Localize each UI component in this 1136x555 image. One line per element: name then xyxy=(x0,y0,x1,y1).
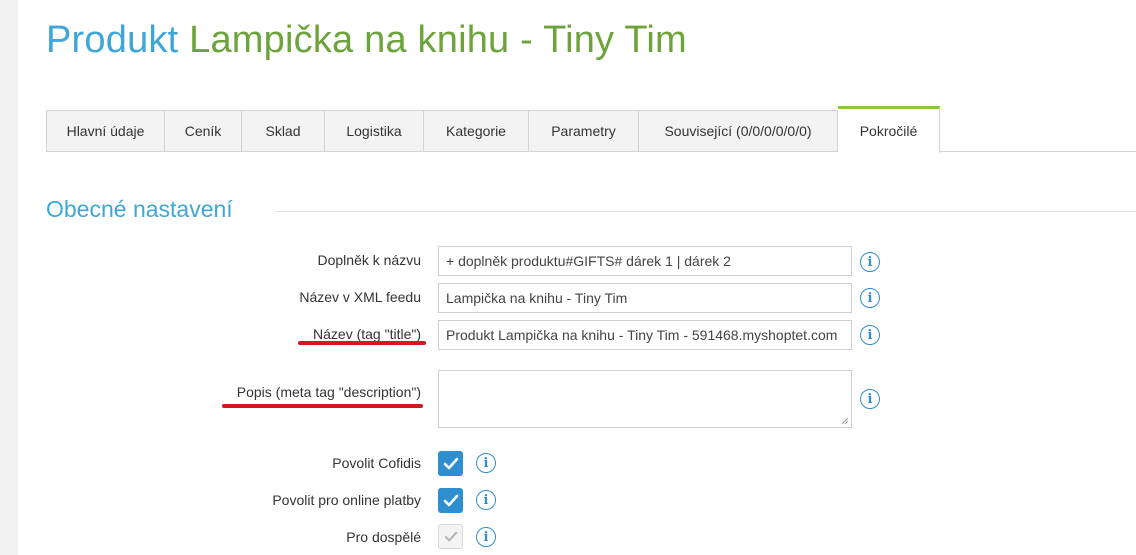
tab-pokrocile[interactable]: Pokročilé xyxy=(838,106,940,153)
name-addon-label: Doplněk k názvu xyxy=(317,252,421,268)
tab-hlavni-udaje[interactable]: Hlavní údaje xyxy=(46,110,165,152)
info-icon[interactable]: i xyxy=(476,527,496,547)
title-tag-label: Název (tag "title") xyxy=(313,326,421,342)
online-payments-label: Povolit pro online platby xyxy=(272,492,421,508)
info-icon[interactable]: i xyxy=(476,490,496,510)
tab-bar: Hlavní údaje Ceník Sklad Logistika Kateg… xyxy=(46,106,1136,153)
annotation-underline xyxy=(222,404,423,408)
tab-sklad[interactable]: Sklad xyxy=(242,110,325,152)
checkmark-icon xyxy=(444,531,457,541)
meta-description-label: Popis (meta tag "description") xyxy=(236,384,421,400)
meta-description-textarea[interactable] xyxy=(438,370,852,428)
checkmark-icon xyxy=(443,457,458,469)
page-title: Produkt Lampička na knihu - Tiny Tim xyxy=(46,19,687,62)
cofidis-label: Povolit Cofidis xyxy=(332,455,421,471)
section-divider xyxy=(275,211,1136,212)
name-addon-input[interactable]: + doplněk produktu#GIFTS# dárek 1 | dáre… xyxy=(438,246,852,276)
annotation-underline xyxy=(298,341,426,345)
tab-kategorie[interactable]: Kategorie xyxy=(424,110,529,152)
resize-grip-icon[interactable] xyxy=(841,417,849,425)
info-icon[interactable]: i xyxy=(860,288,880,308)
adults-label: Pro dospělé xyxy=(346,529,421,545)
tab-logistika[interactable]: Logistika xyxy=(325,110,424,152)
info-icon[interactable]: i xyxy=(860,389,880,409)
info-icon[interactable]: i xyxy=(860,252,880,272)
online-payments-checkbox[interactable] xyxy=(438,488,463,513)
tab-souvisejici[interactable]: Související (0/0/0/0/0/0) xyxy=(639,110,838,152)
title-tag-input[interactable]: Produkt Lampička na knihu - Tiny Tim - 5… xyxy=(438,320,852,350)
checkmark-icon xyxy=(443,494,458,506)
adults-checkbox[interactable] xyxy=(438,524,463,549)
xml-feed-name-input[interactable]: Lampička na knihu - Tiny Tim xyxy=(438,283,852,313)
cofidis-checkbox[interactable] xyxy=(438,451,463,476)
tab-parametry[interactable]: Parametry xyxy=(529,110,639,152)
info-icon[interactable]: i xyxy=(476,453,496,473)
info-icon[interactable]: i xyxy=(860,325,880,345)
page-title-prefix: Produkt xyxy=(46,19,179,61)
tab-cenik[interactable]: Ceník xyxy=(165,110,242,152)
page-title-product-name: Lampička na knihu - Tiny Tim xyxy=(189,19,687,61)
section-title: Obecné nastavení xyxy=(46,196,233,222)
xml-feed-name-label: Název v XML feedu xyxy=(299,289,421,305)
left-sidebar-strip xyxy=(0,0,18,555)
